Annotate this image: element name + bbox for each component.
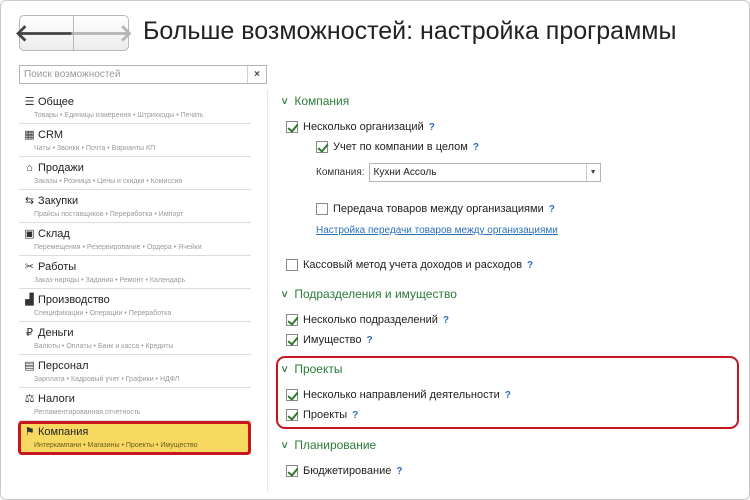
cash-method-checkbox[interactable] (286, 259, 298, 271)
clear-icon[interactable]: × (247, 66, 266, 83)
chevron-down-icon: ∨ (280, 439, 290, 451)
help-icon[interactable]: ? (527, 260, 533, 271)
shop-icon: ⌂ (26, 161, 33, 174)
help-icon[interactable]: ? (549, 204, 555, 215)
section-company-header[interactable]: ∨ Компания (280, 94, 350, 108)
highlight-frame-sidebar (18, 421, 251, 455)
several-divisions-checkbox[interactable] (286, 314, 298, 326)
sidebar-item-general[interactable]: ☰ Общее Товары • Единицы измерения • Штри… (19, 91, 251, 124)
company-select[interactable]: Кухни Ассоль ▼ (368, 163, 601, 182)
section-planning-header[interactable]: ∨ Планирование (280, 438, 377, 452)
forward-button[interactable]: 🡒 (69, 15, 133, 51)
option-label: Имущество (303, 334, 362, 346)
factory-icon: ▟ (25, 294, 34, 306)
sidebar-item-warehouse[interactable]: ▣ Склад Перемещения • Резервирование • Ор… (19, 223, 251, 256)
transfer-settings-link[interactable]: Настройка передачи товаров между организ… (316, 225, 558, 236)
company-wide-checkbox[interactable] (316, 141, 328, 153)
sidebar-item-label: Склад (38, 227, 70, 240)
sidebar-item-sales[interactable]: ⌂ Продажи Заказы • Розница • Цены и скидк… (19, 157, 251, 190)
company-field-label: Компания: (316, 167, 365, 178)
option-company-wide: Учет по компании в целом ? (316, 141, 479, 153)
chevron-down-icon: ∨ (280, 288, 290, 300)
list-icon: ☰ (24, 96, 35, 108)
sidebar-item-label: Закупки (38, 194, 79, 207)
sidebar-item-subtitle: Заказы • Розница • Цены и скидки • Комис… (34, 178, 183, 185)
option-label: Несколько подразделений (303, 314, 438, 326)
option-transfer-goods: Передача товаров между организациями ? (316, 203, 555, 215)
section-title: Подразделения и имущество (294, 287, 457, 301)
help-icon[interactable]: ? (429, 122, 435, 133)
company-field: Компания: Кухни Ассоль ▼ (316, 163, 601, 182)
dropdown-arrow-icon[interactable]: ▼ (585, 164, 600, 181)
option-property: Имущество ? (286, 334, 373, 346)
budgeting-checkbox[interactable] (286, 465, 298, 477)
help-icon[interactable]: ? (473, 142, 479, 153)
tax-icon: ⚖ (24, 393, 35, 405)
crm-icon: ▦ (24, 129, 35, 141)
sidebar-item-label: Деньги (38, 326, 74, 339)
sidebar-item-staff[interactable]: ▤ Персонал Зарплата • Кадровый учет • Гра… (19, 355, 251, 388)
sidebar-item-label: Работы (38, 260, 77, 273)
page-title: Больше возможностей: настройка программы (143, 17, 677, 45)
option-budgeting: Бюджетирование ? (286, 465, 402, 477)
sidebar-item-label: Общее (38, 95, 75, 108)
sidebar-item-subtitle: Товары • Единицы измерения • Штрихкоды •… (34, 112, 204, 119)
option-label: Бюджетирование (303, 465, 392, 477)
warehouse-icon: ▣ (24, 228, 35, 240)
sidebar-item-subtitle: Прайсы поставщиков • Переработка • Импор… (34, 211, 184, 218)
sidebar-item-production[interactable]: ▟ Производство Спецификации • Операции • … (19, 289, 251, 322)
option-label: Несколько организаций (303, 121, 424, 133)
sidebar-item-label: Производство (38, 293, 110, 306)
money-icon: ₽ (26, 327, 33, 339)
help-icon[interactable]: ? (396, 466, 402, 477)
help-icon[interactable]: ? (367, 335, 373, 346)
sidebar-item-taxes[interactable]: ⚖ Налоги Регламентированная отчетность (19, 388, 251, 421)
sidebar-item-subtitle: Перемещения • Резервирование • Ордера • … (34, 244, 202, 251)
window-frame: 🡐 🡒 Больше возможностей: настройка прогр… (0, 0, 750, 500)
chevron-down-icon: ∨ (280, 95, 290, 107)
purchase-icon: ⇆ (24, 195, 35, 207)
option-label: Передача товаров между организациями (333, 203, 544, 215)
sidebar-item-works[interactable]: ✂ Работы Заказ-наряды • Задания • Ремонт … (19, 256, 251, 289)
sidebar-item-subtitle: Валюты • Оплаты • Банк и касса • Кредиты (34, 343, 174, 350)
sidebar-item-crm[interactable]: ▦ CRM Чаты • Звонки • Почта • Варианты КП (19, 124, 251, 157)
sidebar-item-label: CRM (38, 128, 64, 141)
navigation-buttons: 🡐 🡒 (14, 15, 133, 51)
sidebar-item-label: Налоги (38, 392, 75, 405)
sidebar-item-money[interactable]: ₽ Деньги Валюты • Оплаты • Банк и касса •… (19, 322, 251, 355)
back-button[interactable]: 🡐 (14, 15, 79, 51)
transfer-goods-checkbox[interactable] (316, 203, 328, 215)
option-several-divisions: Несколько подразделений ? (286, 314, 449, 326)
search-input[interactable] (20, 66, 248, 83)
panel-divider (267, 91, 268, 491)
option-label: Учет по компании в целом (333, 141, 468, 153)
sidebar-item-subtitle: Заказ-наряды • Задания • Ремонт • Календ… (34, 277, 186, 284)
option-cash-method: Кассовый метод учета доходов и расходов … (286, 259, 533, 271)
section-title: Планирование (294, 438, 377, 452)
company-select-value: Кухни Ассоль (373, 167, 437, 178)
several-orgs-checkbox[interactable] (286, 121, 298, 133)
help-icon[interactable]: ? (443, 315, 449, 326)
sidebar-item-subtitle: Зарплата • Кадровый учет • Графики • НДФ… (34, 376, 180, 383)
search-box: × (19, 65, 267, 84)
sidebar-item-subtitle: Чаты • Звонки • Почта • Варианты КП (34, 145, 156, 152)
sidebar-item-subtitle: Спецификации • Операции • Переработка (34, 310, 172, 317)
tools-icon: ✂ (24, 261, 35, 273)
staff-icon: ▤ (24, 360, 35, 372)
option-label: Кассовый метод учета доходов и расходов (303, 259, 523, 271)
property-checkbox[interactable] (286, 334, 298, 346)
sidebar-item-subtitle: Регламентированная отчетность (34, 409, 141, 416)
arrow-right-icon: 🡒 (68, 20, 134, 47)
sidebar-item-label: Персонал (38, 359, 89, 372)
option-several-orgs: Несколько организаций ? (286, 121, 435, 133)
section-title: Компания (294, 94, 350, 108)
sidebar-item-purchases[interactable]: ⇆ Закупки Прайсы поставщиков • Переработк… (19, 190, 251, 223)
section-divisions-header[interactable]: ∨ Подразделения и имущество (280, 287, 457, 301)
highlight-frame-projects (276, 356, 739, 429)
sidebar-item-label: Продажи (38, 161, 84, 174)
sidebar: ☰ Общее Товары • Единицы измерения • Штри… (19, 91, 251, 454)
